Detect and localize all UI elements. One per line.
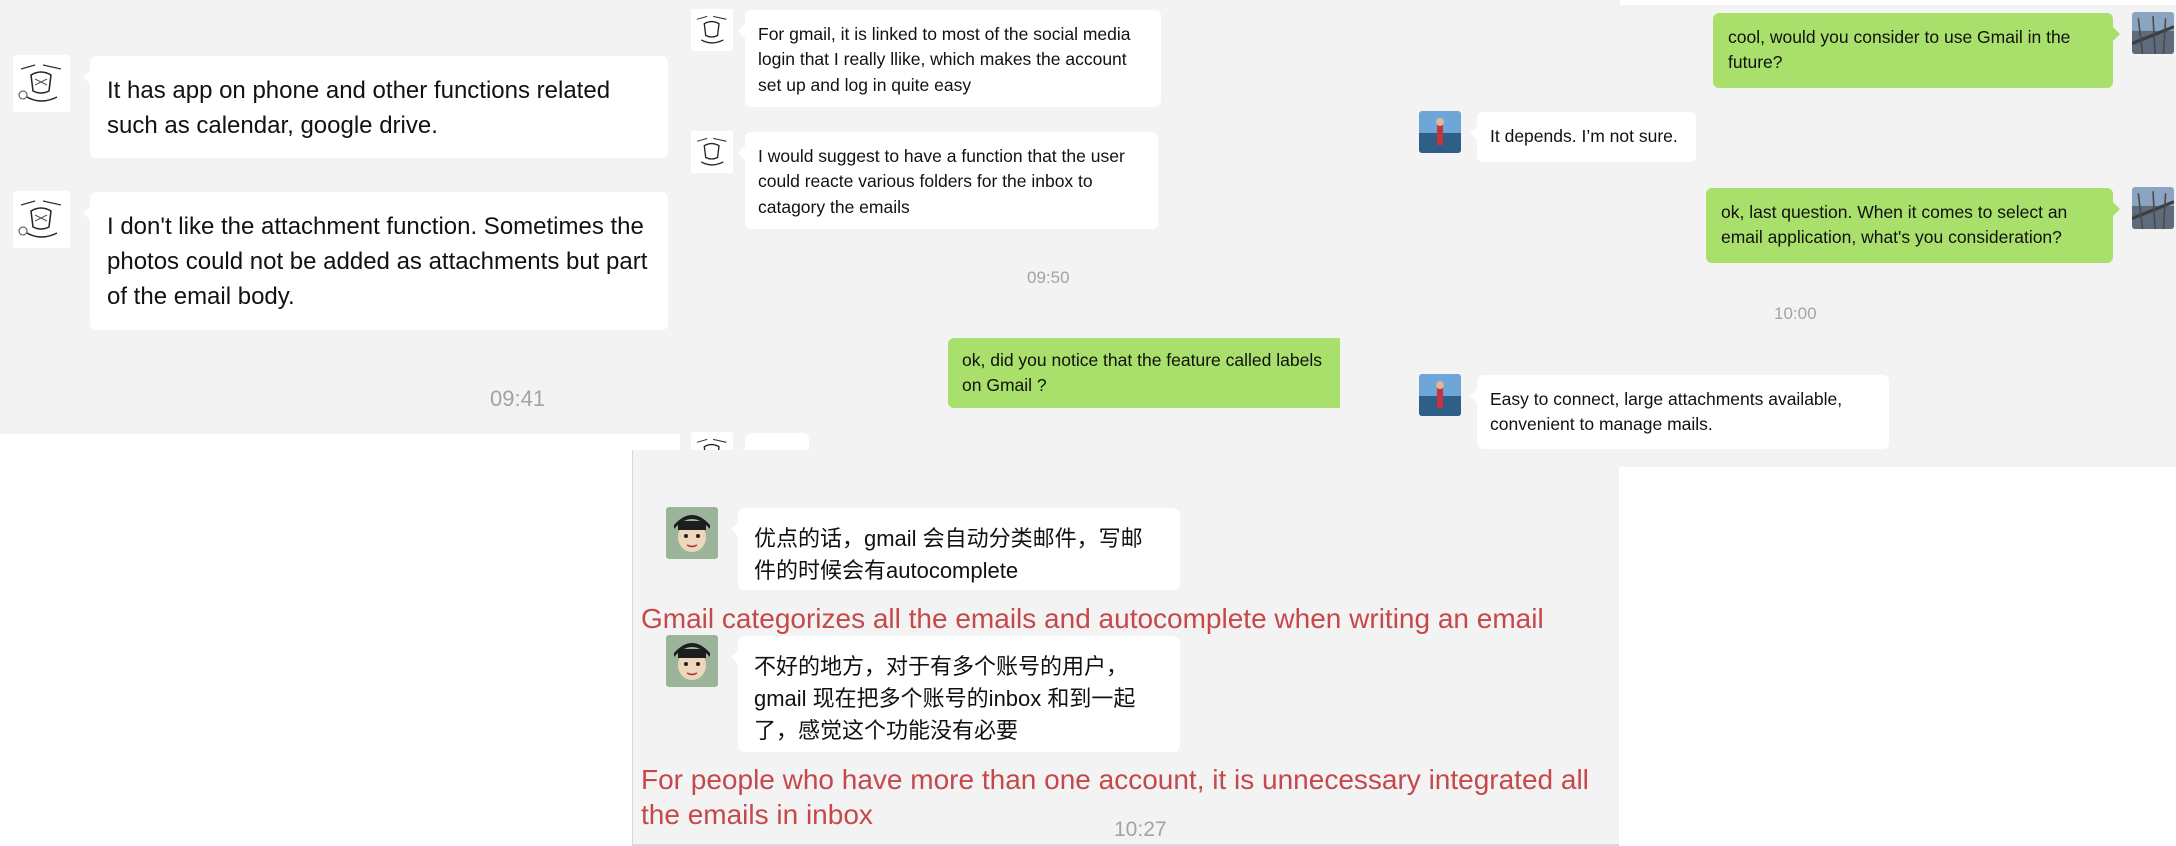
message-bubble[interactable]: It has app on phone and other functions … xyxy=(83,56,668,158)
message-text: cool, would you consider to use Gmail in… xyxy=(1728,27,2071,73)
timestamp: 09:50 xyxy=(1027,268,1070,287)
message-bubble[interactable]: For gmail, it is linked to most of the s… xyxy=(738,10,1161,107)
sketch-avatar[interactable] xyxy=(691,131,733,173)
message-text: 不好的地方，对于有多个账号的用户，gmail 现在把多个账号的inbox 和到一… xyxy=(754,654,1136,743)
message-bubble[interactable]: Easy to connect, large attachments avail… xyxy=(1470,375,1889,449)
message-bubble[interactable]: It depends. I’m not sure. xyxy=(1470,112,1696,162)
message-bubble[interactable]: ok, last question. When it comes to sele… xyxy=(1706,188,2120,263)
timestamp: 10:27 xyxy=(1114,818,1167,841)
message-text: I don't like the attachment function. So… xyxy=(107,213,648,310)
lake-photo-avatar[interactable] xyxy=(1419,111,1461,153)
message-bubble[interactable]: 不好的地方，对于有多个账号的用户，gmail 现在把多个账号的inbox 和到一… xyxy=(731,636,1180,752)
sketch-avatar[interactable] xyxy=(691,9,733,51)
sketch-avatar[interactable] xyxy=(13,55,70,112)
cartoon-avatar[interactable] xyxy=(666,635,718,687)
chat-panel-bottom: 优点的话，gmail 会自动分类邮件，写邮件的时候会有autocomplete … xyxy=(632,450,1619,846)
message-bubble[interactable]: I don't like the attachment function. So… xyxy=(83,192,668,330)
chat-panel-left: It has app on phone and other functions … xyxy=(0,0,680,434)
message-text: It has app on phone and other functions … xyxy=(107,77,611,139)
message-text: ok, did you notice that the feature call… xyxy=(962,350,1322,396)
bridge-photo-avatar[interactable] xyxy=(2132,12,2174,54)
message-text: For gmail, it is linked to most of the s… xyxy=(758,24,1131,95)
message-text: 优点的话，gmail 会自动分类邮件，写邮件的时候会有autocomplete xyxy=(754,526,1143,583)
sketch-avatar[interactable] xyxy=(13,191,70,248)
message-bubble[interactable]: 优点的话，gmail 会自动分类邮件，写邮件的时候会有autocomplete xyxy=(731,508,1180,590)
cartoon-avatar[interactable] xyxy=(666,507,718,559)
message-bubble[interactable]: I would suggest to have a function that … xyxy=(738,132,1158,229)
chat-panel-right: cool, would you consider to use Gmail in… xyxy=(1340,5,2176,467)
message-text: ok, last question. When it comes to sele… xyxy=(1721,202,2068,248)
translation-annotation: Gmail categorizes all the emails and aut… xyxy=(641,603,1544,634)
timestamp: 10:00 xyxy=(1774,304,1817,323)
message-bubble[interactable]: cool, would you consider to use Gmail in… xyxy=(1713,13,2120,88)
message-text: It depends. I’m not sure. xyxy=(1490,126,1678,146)
message-bubble[interactable]: ok, did you notice that the feature call… xyxy=(948,338,1359,408)
lake-photo-avatar[interactable] xyxy=(1419,374,1461,416)
message-text: Easy to connect, large attachments avail… xyxy=(1490,389,1843,435)
bridge-photo-avatar[interactable] xyxy=(2132,187,2174,229)
timestamp: 09:41 xyxy=(490,386,546,411)
message-text: I would suggest to have a function that … xyxy=(758,146,1125,217)
